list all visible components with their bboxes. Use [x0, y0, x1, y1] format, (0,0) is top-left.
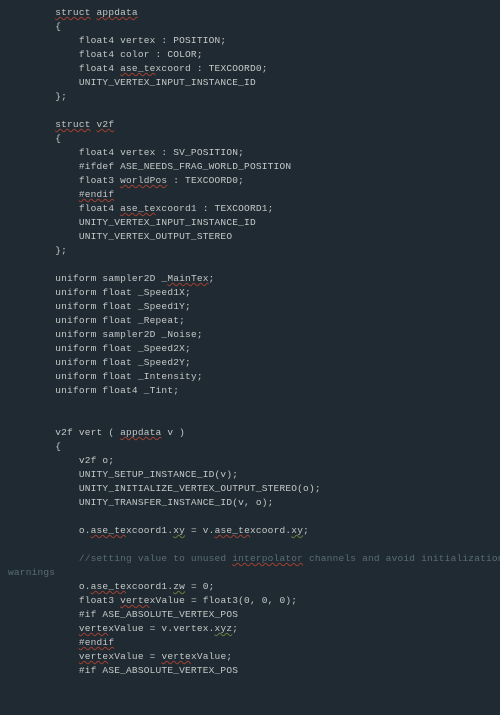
kw-struct: struct [55, 119, 90, 130]
kw-struct: struct [55, 7, 90, 18]
comment: //setting value to unused interpolator c… [79, 553, 500, 564]
id-appdata: appdata [97, 7, 138, 18]
code-editor: struct appdata { float4 vertex : POSITIO… [0, 0, 500, 684]
